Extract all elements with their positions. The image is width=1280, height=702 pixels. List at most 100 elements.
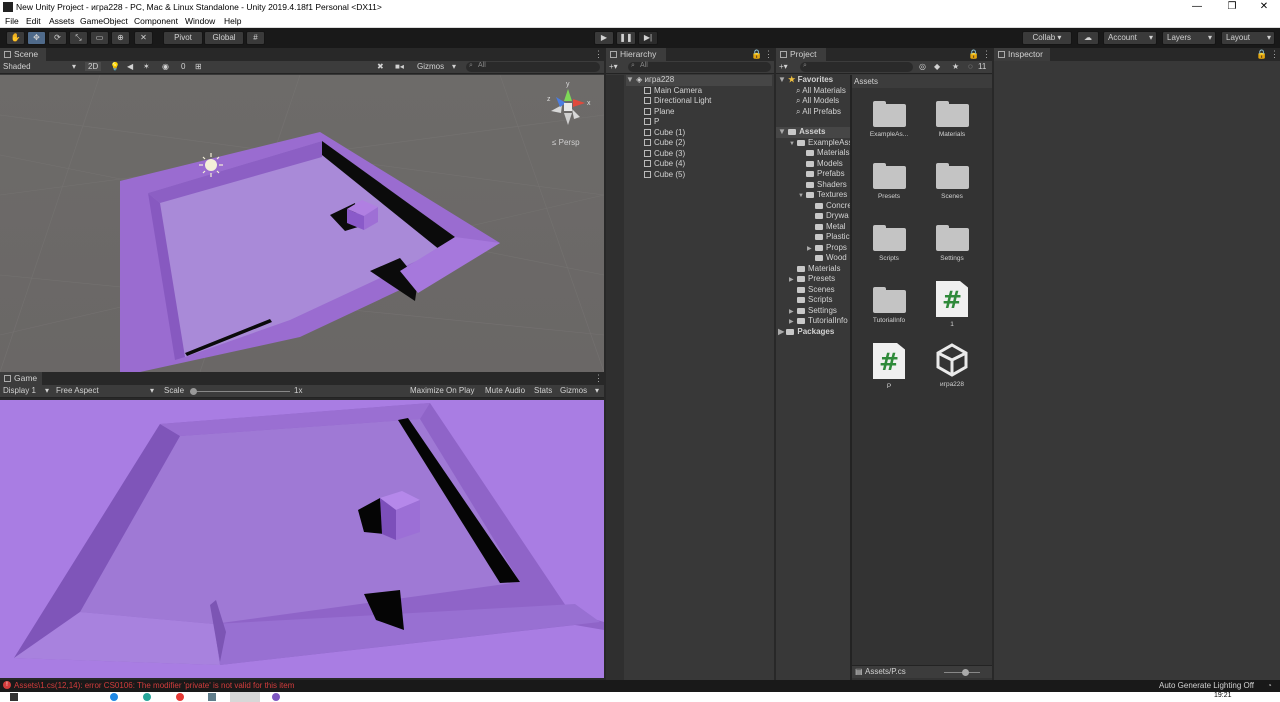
favorite-item[interactable]: ⌕ All Prefabs <box>796 107 850 118</box>
start-icon[interactable] <box>10 693 18 701</box>
lighting-status[interactable]: Auto Generate Lighting Off <box>1159 681 1254 690</box>
visibility-icon[interactable]: ◉ <box>162 62 169 71</box>
chevron-down-icon[interactable]: ▼ <box>789 141 797 147</box>
menu-file[interactable]: File <box>5 16 19 26</box>
layers-dropdown[interactable]: Layers ▾ <box>1162 31 1216 45</box>
app-icon[interactable] <box>208 693 216 701</box>
mute-audio-toggle[interactable]: Mute Audio <box>485 386 525 395</box>
scene-viewport[interactable]: y x z ≤ Persp <box>0 75 604 372</box>
tab-inspector[interactable]: Inspector <box>994 48 1050 61</box>
unity-taskbar-icon[interactable] <box>230 692 260 702</box>
audio-toggle-icon[interactable]: ◀ <box>127 62 133 71</box>
hierarchy-item[interactable]: Cube (4) <box>644 159 685 170</box>
packages-row[interactable]: ▶ Packages <box>778 327 850 338</box>
project-tree-item[interactable]: Materials <box>789 264 850 275</box>
collab-dropdown[interactable]: Collab ▾ <box>1022 31 1072 45</box>
layout-dropdown[interactable]: Layout ▾ <box>1221 31 1275 45</box>
scale-slider-handle[interactable] <box>190 388 197 395</box>
chevron-right-icon[interactable]: ▶ <box>789 276 797 283</box>
lock-icon[interactable]: 🔒 <box>1256 49 1267 60</box>
restore-button[interactable]: ❐ <box>1216 0 1248 15</box>
rotate-tool-icon[interactable]: ⟳ <box>48 31 67 45</box>
menu-edit[interactable]: Edit <box>26 16 41 26</box>
perspective-label[interactable]: ≤ Persp <box>552 138 580 147</box>
stats-toggle[interactable]: Stats <box>534 386 552 395</box>
asset-item[interactable]: Presets <box>859 163 919 200</box>
project-tree-item[interactable]: Prefabs <box>798 169 850 180</box>
account-dropdown[interactable]: Account ▾ <box>1103 31 1157 45</box>
menu-component[interactable]: Component <box>134 16 178 26</box>
asset-item[interactable]: Settings <box>922 225 982 262</box>
project-tree-item[interactable]: Wood <box>807 253 850 264</box>
app-icon[interactable] <box>143 693 151 701</box>
maximize-on-play-toggle[interactable]: Maximize On Play <box>410 386 474 395</box>
gizmos-dropdown[interactable]: Gizmos <box>417 62 444 71</box>
asset-item[interactable]: Scripts <box>859 225 919 262</box>
favorite-star-icon[interactable]: ★ <box>952 62 959 71</box>
hierarchy-item[interactable]: Main Camera <box>644 86 702 97</box>
project-tree-item[interactable]: Models <box>798 159 850 170</box>
add-object-button[interactable]: +▾ <box>609 62 618 71</box>
minimize-button[interactable]: — <box>1181 0 1213 15</box>
scale-tool-icon[interactable]: ⤡ <box>69 31 88 45</box>
browser-icon[interactable] <box>110 693 118 701</box>
game-gizmos-dropdown[interactable]: Gizmos <box>560 386 587 395</box>
project-tree-item[interactable]: Metal <box>807 222 850 233</box>
grid-snap-icon[interactable]: # <box>246 31 265 45</box>
custom-tool-icon[interactable]: ✕ <box>134 31 153 45</box>
play-button[interactable]: ▶ <box>594 31 614 45</box>
project-tree-item[interactable]: ▶ Props <box>807 243 850 254</box>
project-tree-item[interactable]: ▼ Textures <box>798 190 850 201</box>
hierarchy-item[interactable]: Plane <box>644 107 674 118</box>
app-icon[interactable] <box>176 693 184 701</box>
lock-icon[interactable]: 🔒 <box>751 49 762 60</box>
favorite-item[interactable]: ⌕ All Models <box>796 96 850 107</box>
scene-search-input[interactable]: ⌕ All <box>466 62 600 72</box>
project-tree-item[interactable]: ▶ Presets <box>789 274 850 285</box>
project-tree-item[interactable]: Materials <box>798 148 850 159</box>
hierarchy-item[interactable]: Cube (3) <box>644 149 685 160</box>
project-tree-item[interactable]: Scripts <box>789 295 850 306</box>
hand-tool-icon[interactable]: ✋ <box>6 31 25 45</box>
hierarchy-scene-row[interactable]: ▼ ◈ игра228 <box>626 75 772 86</box>
menu-gameobject[interactable]: GameObject <box>80 16 128 26</box>
chevron-right-icon[interactable]: ▶ <box>789 308 797 315</box>
more-options-icon[interactable]: ⋮ <box>594 49 603 60</box>
console-error-message[interactable]: Assets\1.cs(12,14): error CS0106: The mo… <box>14 681 294 690</box>
asset-item[interactable]: # P <box>859 343 919 390</box>
effects-toggle-icon[interactable]: ✶ <box>143 62 150 71</box>
project-tree-item[interactable]: Concre <box>807 201 850 212</box>
more-options-icon[interactable]: ⋮ <box>764 49 773 60</box>
step-button[interactable]: ▶| <box>638 31 658 45</box>
app-icon[interactable] <box>272 693 280 701</box>
chevron-down-icon[interactable]: ▼ <box>798 193 806 199</box>
pivot-toggle[interactable]: Pivot <box>163 31 203 45</box>
asset-item[interactable]: игра228 <box>922 343 982 388</box>
hierarchy-item[interactable]: P <box>644 117 659 128</box>
hierarchy-search-input[interactable]: ⌕ All <box>628 62 771 72</box>
transform-tool-icon[interactable]: ⊕ <box>111 31 130 45</box>
move-tool-icon[interactable]: ✥ <box>27 31 46 45</box>
chevron-right-icon[interactable]: ▶ <box>789 318 797 325</box>
project-tree-item[interactable]: Scenes <box>789 285 850 296</box>
pause-button[interactable]: ❚❚ <box>616 31 636 45</box>
tab-scene[interactable]: Scene <box>0 48 46 61</box>
hierarchy-item[interactable]: Cube (2) <box>644 138 685 149</box>
menu-assets[interactable]: Assets <box>49 16 75 26</box>
tab-hierarchy[interactable]: Hierarchy <box>606 48 666 61</box>
scale-slider[interactable] <box>190 391 290 392</box>
cloud-icon[interactable]: ☁ <box>1077 31 1099 45</box>
project-tree-item[interactable]: Shaders <box>798 180 850 191</box>
global-toggle[interactable]: Global <box>204 31 244 45</box>
chevron-right-icon[interactable]: ▶ <box>807 245 815 252</box>
hierarchy-item[interactable]: Cube (5) <box>644 170 685 181</box>
menu-help[interactable]: Help <box>224 16 241 26</box>
asset-item[interactable]: Materials <box>922 101 982 138</box>
rect-tool-icon[interactable]: ▭ <box>90 31 109 45</box>
shading-mode-dropdown[interactable]: Shaded <box>3 62 31 71</box>
display-dropdown[interactable]: Display 1 <box>3 386 36 395</box>
project-search-input[interactable]: ⌕ <box>800 62 913 72</box>
project-tree-item[interactable]: ▶ TutorialInfo <box>789 316 850 327</box>
close-button[interactable]: ✕ <box>1248 0 1280 15</box>
favorites-row[interactable]: ▼ ★ Favorites <box>778 75 850 86</box>
